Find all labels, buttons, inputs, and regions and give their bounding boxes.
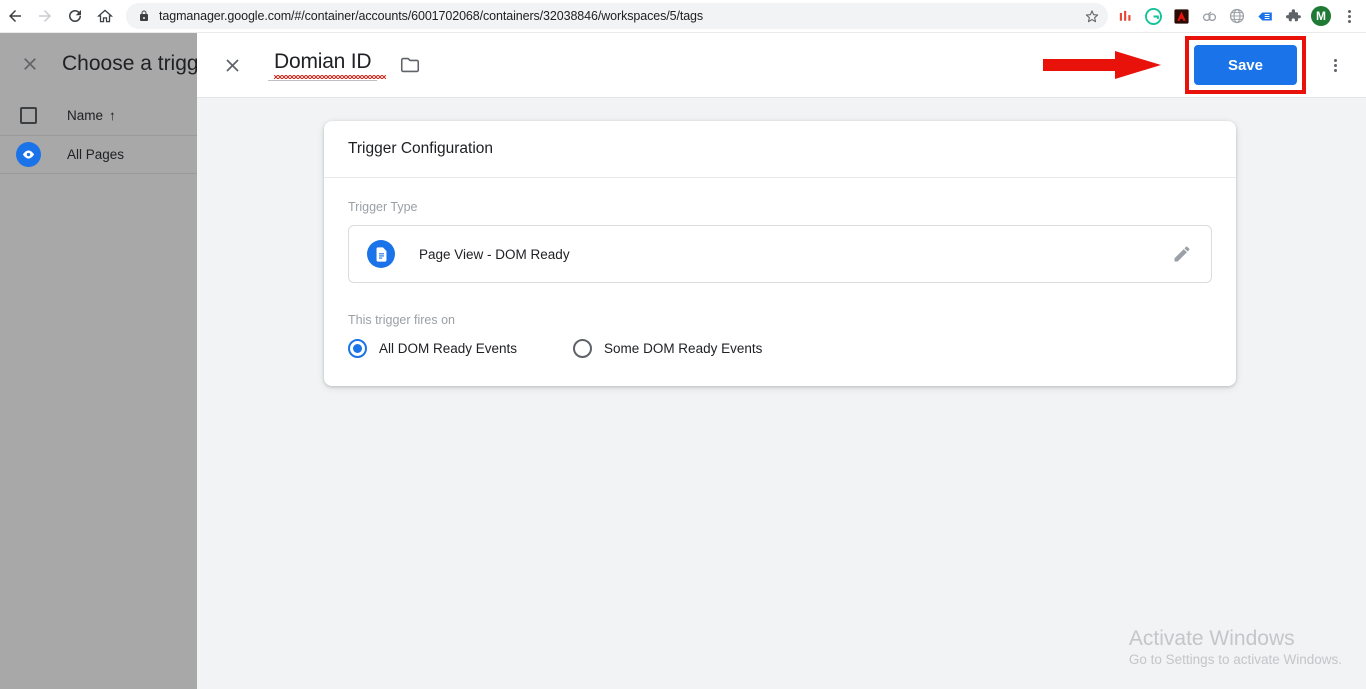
grammarly-extension-icon[interactable]: [1140, 3, 1166, 29]
fires-on-options: All DOM Ready Events Some DOM Ready Even…: [348, 339, 1212, 358]
page-view-document-icon: [367, 240, 395, 268]
address-bar[interactable]: tagmanager.google.com/#/container/accoun…: [126, 3, 1108, 29]
globe-extension-icon[interactable]: [1224, 3, 1250, 29]
trigger-name-input[interactable]: Domian ID: [268, 49, 386, 81]
forward-button[interactable]: [30, 1, 60, 31]
home-button[interactable]: [90, 1, 120, 31]
windows-activation-watermark: Activate Windows Go to Settings to activ…: [1129, 626, 1342, 667]
trigger-type-label: Trigger Type: [348, 200, 418, 214]
browser-toolbar: tagmanager.google.com/#/container/accoun…: [0, 0, 1366, 33]
radio-option-all-dom-ready[interactable]: All DOM Ready Events: [348, 339, 517, 358]
save-button[interactable]: Save: [1193, 45, 1297, 85]
trigger-editor-panel: Domian ID Save Trigger Configuration Tri…: [197, 33, 1366, 689]
trigger-configuration-card: Trigger Configuration Trigger Type Page …: [324, 121, 1236, 386]
back-button[interactable]: [0, 1, 30, 31]
forward-arrow-icon: [39, 10, 51, 22]
lock-icon: [138, 10, 150, 22]
avatar-initial: M: [1311, 6, 1331, 26]
list-item-label: All Pages: [67, 147, 125, 162]
trigger-type-row[interactable]: Page View - DOM Ready: [348, 225, 1212, 283]
list-item[interactable]: All Pages: [0, 136, 197, 174]
chrome-menu-icon: [1347, 9, 1351, 23]
save-area: Save: [1042, 36, 1352, 94]
edit-trigger-button[interactable]: [1169, 241, 1195, 267]
tag-extension-icon[interactable]: [1252, 3, 1278, 29]
trigger-type-value: Page View - DOM Ready: [419, 246, 570, 262]
sidebar-title: Choose a trigg: [62, 52, 197, 75]
back-arrow-icon: [9, 10, 21, 22]
bookmark-star-button[interactable]: [1080, 4, 1104, 28]
card-header: Trigger Configuration: [324, 121, 1236, 178]
sidebar-column-header: Name ↑: [0, 95, 197, 136]
red-arrow-pointer: [1042, 51, 1161, 79]
column-header-label: Name: [67, 107, 104, 123]
radio-label: All DOM Ready Events: [379, 341, 518, 356]
bar-chart-extension-icon[interactable]: [1112, 3, 1138, 29]
watermark-subtitle: Go to Settings to activate Windows.: [1128, 652, 1342, 667]
profile-avatar[interactable]: M: [1308, 3, 1334, 29]
url-text: tagmanager.google.com/#/container/accoun…: [159, 9, 704, 23]
app-root: tagmanager.google.com/#/container/accoun…: [0, 0, 1366, 689]
folder-icon: [401, 57, 420, 73]
overflow-menu-icon: [1333, 58, 1337, 72]
select-all-checkbox[interactable]: [20, 106, 37, 124]
card-body: Trigger Type Page View - DOM Ready This …: [324, 178, 1236, 386]
radio-label: Some DOM Ready Events: [604, 341, 763, 356]
trigger-chooser-sidebar: Choose a trigg Name ↑ All Pages: [0, 33, 197, 689]
card-title: Trigger Configuration: [348, 140, 494, 157]
panel-toolbar: Domian ID Save: [197, 33, 1366, 98]
reload-icon: [69, 10, 81, 22]
spellcheck-underline: [274, 74, 386, 79]
bookmark-star-icon: [1085, 10, 1099, 23]
reload-button[interactable]: [60, 1, 90, 31]
adobe-acrobat-extension-icon[interactable]: [1168, 3, 1194, 29]
watermark-title: Activate Windows: [1128, 626, 1295, 650]
title-area: Domian ID: [268, 50, 423, 81]
chrome-menu-button[interactable]: [1336, 3, 1362, 29]
radio-selected-icon: [348, 339, 367, 358]
sort-ascending-icon: ↑: [109, 107, 116, 123]
sidebar-header: Choose a trigg: [0, 33, 197, 95]
panel-close-button[interactable]: [219, 52, 245, 78]
overflow-menu-button[interactable]: [1318, 48, 1352, 82]
radio-option-some-dom-ready[interactable]: Some DOM Ready Events: [573, 339, 762, 358]
sidebar-close-button[interactable]: [18, 52, 42, 76]
radio-unselected-icon: [573, 339, 593, 358]
column-header-name[interactable]: Name ↑: [67, 108, 116, 123]
home-icon: [96, 9, 114, 23]
eye-icon: [16, 142, 41, 167]
close-icon: [225, 58, 239, 72]
save-button-highlight: Save: [1184, 36, 1306, 94]
close-icon: [24, 58, 36, 70]
chain-rings-extension-icon[interactable]: [1196, 3, 1222, 29]
fires-on-label: This trigger fires on: [348, 313, 455, 327]
trigger-name-value: Domian ID: [274, 49, 372, 73]
puzzle-extensions-icon[interactable]: [1280, 3, 1306, 29]
pencil-edit-icon: [1174, 246, 1190, 262]
extensions-strip: M: [1112, 3, 1366, 29]
folder-button[interactable]: [397, 52, 423, 78]
